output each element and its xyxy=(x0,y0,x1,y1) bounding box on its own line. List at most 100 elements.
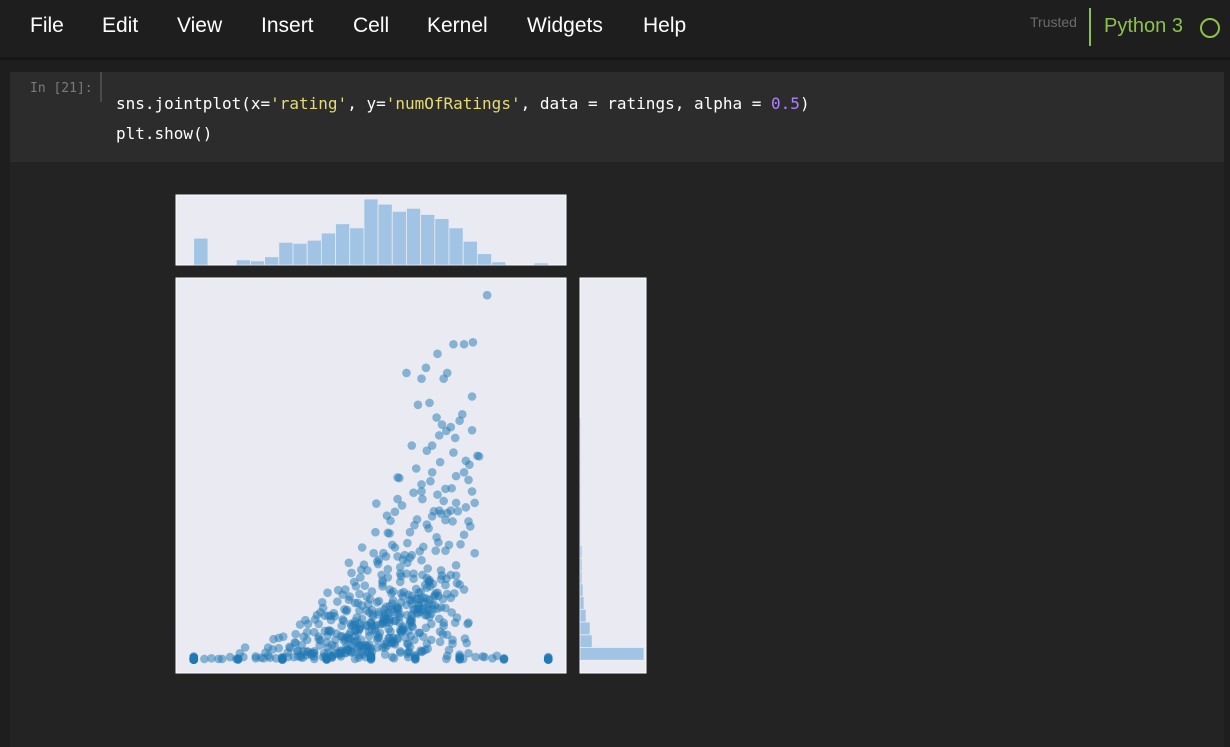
scatter-point xyxy=(464,475,473,485)
marginal-y-histogram xyxy=(579,277,647,674)
scatter-point xyxy=(403,538,412,548)
scatter-point xyxy=(323,588,332,598)
scatter-point xyxy=(464,618,473,627)
scatter-point xyxy=(407,617,417,627)
scatter-point xyxy=(317,597,327,607)
scatter-point xyxy=(434,431,444,440)
scatter-point xyxy=(403,652,413,662)
scatter-point xyxy=(409,488,418,498)
scatter-point xyxy=(459,530,469,540)
scatter-point xyxy=(436,566,446,575)
histogram-bar xyxy=(420,214,436,266)
scatter-point xyxy=(345,592,355,601)
scatter-point xyxy=(451,471,461,481)
histogram-bar xyxy=(306,239,322,266)
scatter-point xyxy=(385,529,394,538)
scatter-point xyxy=(390,543,400,552)
scatter-point xyxy=(381,552,391,561)
scatter-point xyxy=(426,635,436,645)
scatter-point xyxy=(309,627,319,637)
scatter-point xyxy=(474,452,484,461)
scatter-point xyxy=(543,652,553,662)
histogram-bar xyxy=(448,227,464,266)
marginal-y-axes-background xyxy=(579,277,647,674)
scatter-point xyxy=(331,635,340,645)
scatter-point xyxy=(467,425,477,435)
histogram-bar xyxy=(579,481,582,496)
scatter-point xyxy=(451,561,461,570)
histogram-bar xyxy=(278,241,294,266)
scatter-point xyxy=(433,349,442,359)
histogram-bar xyxy=(579,417,582,432)
scatter-axes xyxy=(175,277,567,674)
scatter-point xyxy=(467,487,477,496)
scatter-point xyxy=(342,605,352,615)
scatter-point xyxy=(285,642,294,652)
scatter-point xyxy=(448,635,457,645)
histogram-bar xyxy=(264,256,280,266)
scatter-point xyxy=(357,543,367,552)
scatter-point xyxy=(468,338,478,347)
scatter-point xyxy=(450,433,460,443)
scatter-point xyxy=(189,655,199,664)
scatter-point xyxy=(351,582,361,591)
marginal-x-histogram xyxy=(175,194,567,266)
scatter-point xyxy=(413,400,423,410)
scatter-point xyxy=(409,574,418,584)
histogram-bar xyxy=(491,261,507,266)
histogram-bar xyxy=(579,608,587,623)
scatter-point xyxy=(421,363,431,373)
scatter-point xyxy=(427,468,437,477)
scatter-point xyxy=(314,619,324,629)
scatter-point xyxy=(316,608,325,617)
scatter-point xyxy=(390,507,400,517)
scatter-point xyxy=(452,613,462,622)
scatter-point xyxy=(393,473,402,482)
histogram-bar xyxy=(579,647,645,661)
scatter-point xyxy=(367,647,377,657)
scatter-point xyxy=(480,652,489,662)
histogram-bar xyxy=(462,240,478,266)
histogram-bar xyxy=(406,207,422,266)
scatter-point xyxy=(377,570,386,580)
scatter-point xyxy=(353,598,363,608)
scatter-point xyxy=(447,483,456,493)
scatter-point xyxy=(424,524,433,533)
scatter-point xyxy=(364,631,374,641)
scatter-point xyxy=(371,527,380,537)
scatter-point xyxy=(461,503,471,512)
scatter-point xyxy=(291,629,300,639)
histogram-bar xyxy=(579,519,582,534)
scatter-point xyxy=(418,494,427,504)
scatter-point xyxy=(393,494,402,504)
histogram-bar xyxy=(579,570,583,585)
scatter-point xyxy=(402,368,411,378)
scatter-point xyxy=(446,422,456,432)
scatter-point xyxy=(326,627,336,636)
scatter-point xyxy=(417,555,426,565)
scatter-point xyxy=(386,516,395,526)
histogram-bar xyxy=(533,262,549,266)
histogram-bar xyxy=(363,198,379,266)
scatter-point xyxy=(225,652,235,662)
scatter-point xyxy=(374,596,384,606)
histogram-bar xyxy=(579,596,585,610)
scatter-point xyxy=(363,566,372,575)
histogram-bar xyxy=(579,532,582,546)
scatter-point xyxy=(271,654,281,663)
scatter-point xyxy=(309,652,319,661)
scatter-point xyxy=(347,568,356,578)
histogram-bar xyxy=(193,237,209,266)
scatter-point xyxy=(344,558,354,568)
scatter-point xyxy=(278,632,288,641)
histogram-bar xyxy=(434,218,450,266)
scatter-point xyxy=(460,634,470,643)
scatter-point xyxy=(407,441,417,450)
scatter-point xyxy=(444,540,454,550)
histogram-bar xyxy=(579,557,583,572)
scatter-point xyxy=(435,637,445,647)
scatter-point xyxy=(417,374,426,383)
scatter-point xyxy=(364,640,374,649)
scatter-point xyxy=(295,620,305,629)
scatter-point xyxy=(374,633,384,642)
